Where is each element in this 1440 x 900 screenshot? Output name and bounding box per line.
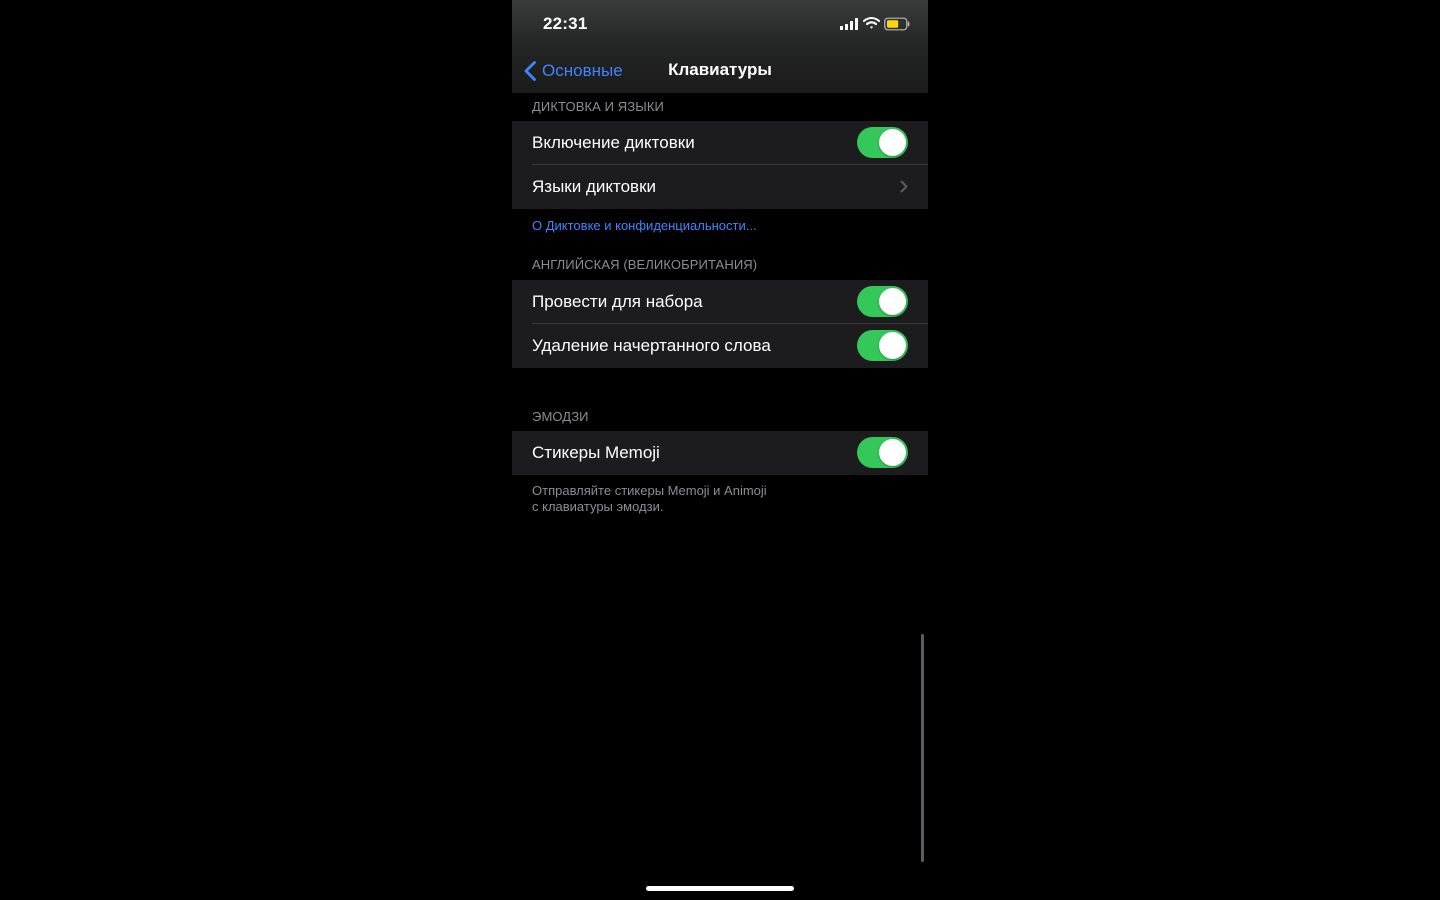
swipe-typing-label: Провести для набора [532, 292, 703, 311]
battery-icon [884, 17, 910, 31]
status-time: 22:31 [543, 14, 588, 33]
emoji-settings-group: Стикеры Memoji [512, 431, 928, 475]
delete-swipe-word-label: Удаление начертанного слова [532, 336, 771, 355]
toggle-knob [879, 332, 906, 359]
signal-icon [840, 18, 858, 30]
swipe-typing-toggle[interactable] [857, 286, 908, 317]
top-chrome: 22:31 Основные Клавиатуры [512, 0, 928, 93]
enable-dictation-toggle[interactable] [857, 127, 908, 158]
english-settings-group: Провести для набора Удаление начертанног… [512, 280, 928, 368]
emoji-section-header: ЭМОДЗИ [532, 409, 589, 424]
dictation-languages-label: Языки диктовки [532, 177, 657, 196]
delete-swipe-word-row: Удаление начертанного слова [512, 324, 928, 368]
back-button-label: Основные [542, 61, 623, 80]
memoji-stickers-toggle[interactable] [857, 437, 908, 468]
delete-swipe-word-toggle[interactable] [857, 330, 908, 361]
back-button[interactable]: Основные [522, 58, 623, 84]
dictation-section-header: ДИКТОВКА И ЯЗЫКИ [532, 99, 664, 114]
swipe-typing-row: Провести для набора [512, 280, 928, 324]
wifi-icon [863, 16, 880, 29]
chevron-left-icon [524, 61, 536, 81]
dictation-privacy-link[interactable]: О Диктовке и конфиденциальности... [532, 218, 757, 234]
emoji-footer-text-line-2: с клавиатуры эмодзи. [532, 499, 664, 514]
page-title: Клавиатуры [668, 60, 772, 79]
dictation-settings-group: Включение диктовки Языки диктовки [512, 121, 928, 209]
scroll-indicator[interactable] [921, 634, 924, 862]
chevron-right-icon [900, 180, 908, 193]
navigation-bar: Основные Клавиатуры [512, 48, 928, 93]
settings-content: ДИКТОВКА И ЯЗЫКИ Включение диктовки Язык… [512, 93, 928, 900]
dictation-languages-row[interactable]: Языки диктовки [512, 165, 928, 209]
toggle-knob [879, 288, 906, 315]
enable-dictation-row: Включение диктовки [512, 121, 928, 165]
enable-dictation-label: Включение диктовки [532, 133, 695, 152]
toggle-knob [879, 439, 906, 466]
status-bar: 22:31 [512, 0, 928, 48]
memoji-stickers-label: Стикеры Memoji [532, 443, 660, 462]
emoji-footer-text-line-1: Отправляйте стикеры Memoji и Animoji [532, 483, 767, 498]
memoji-stickers-row: Стикеры Memoji [512, 431, 928, 475]
settings-screen: 22:31 Основные Клавиатуры ДИКТОВКА И ЯЗЫ… [512, 0, 928, 900]
english-section-header: АНГЛИЙСКАЯ (ВЕЛИКОБРИТАНИЯ) [532, 257, 758, 272]
toggle-knob [879, 129, 906, 156]
home-indicator[interactable] [646, 886, 794, 891]
